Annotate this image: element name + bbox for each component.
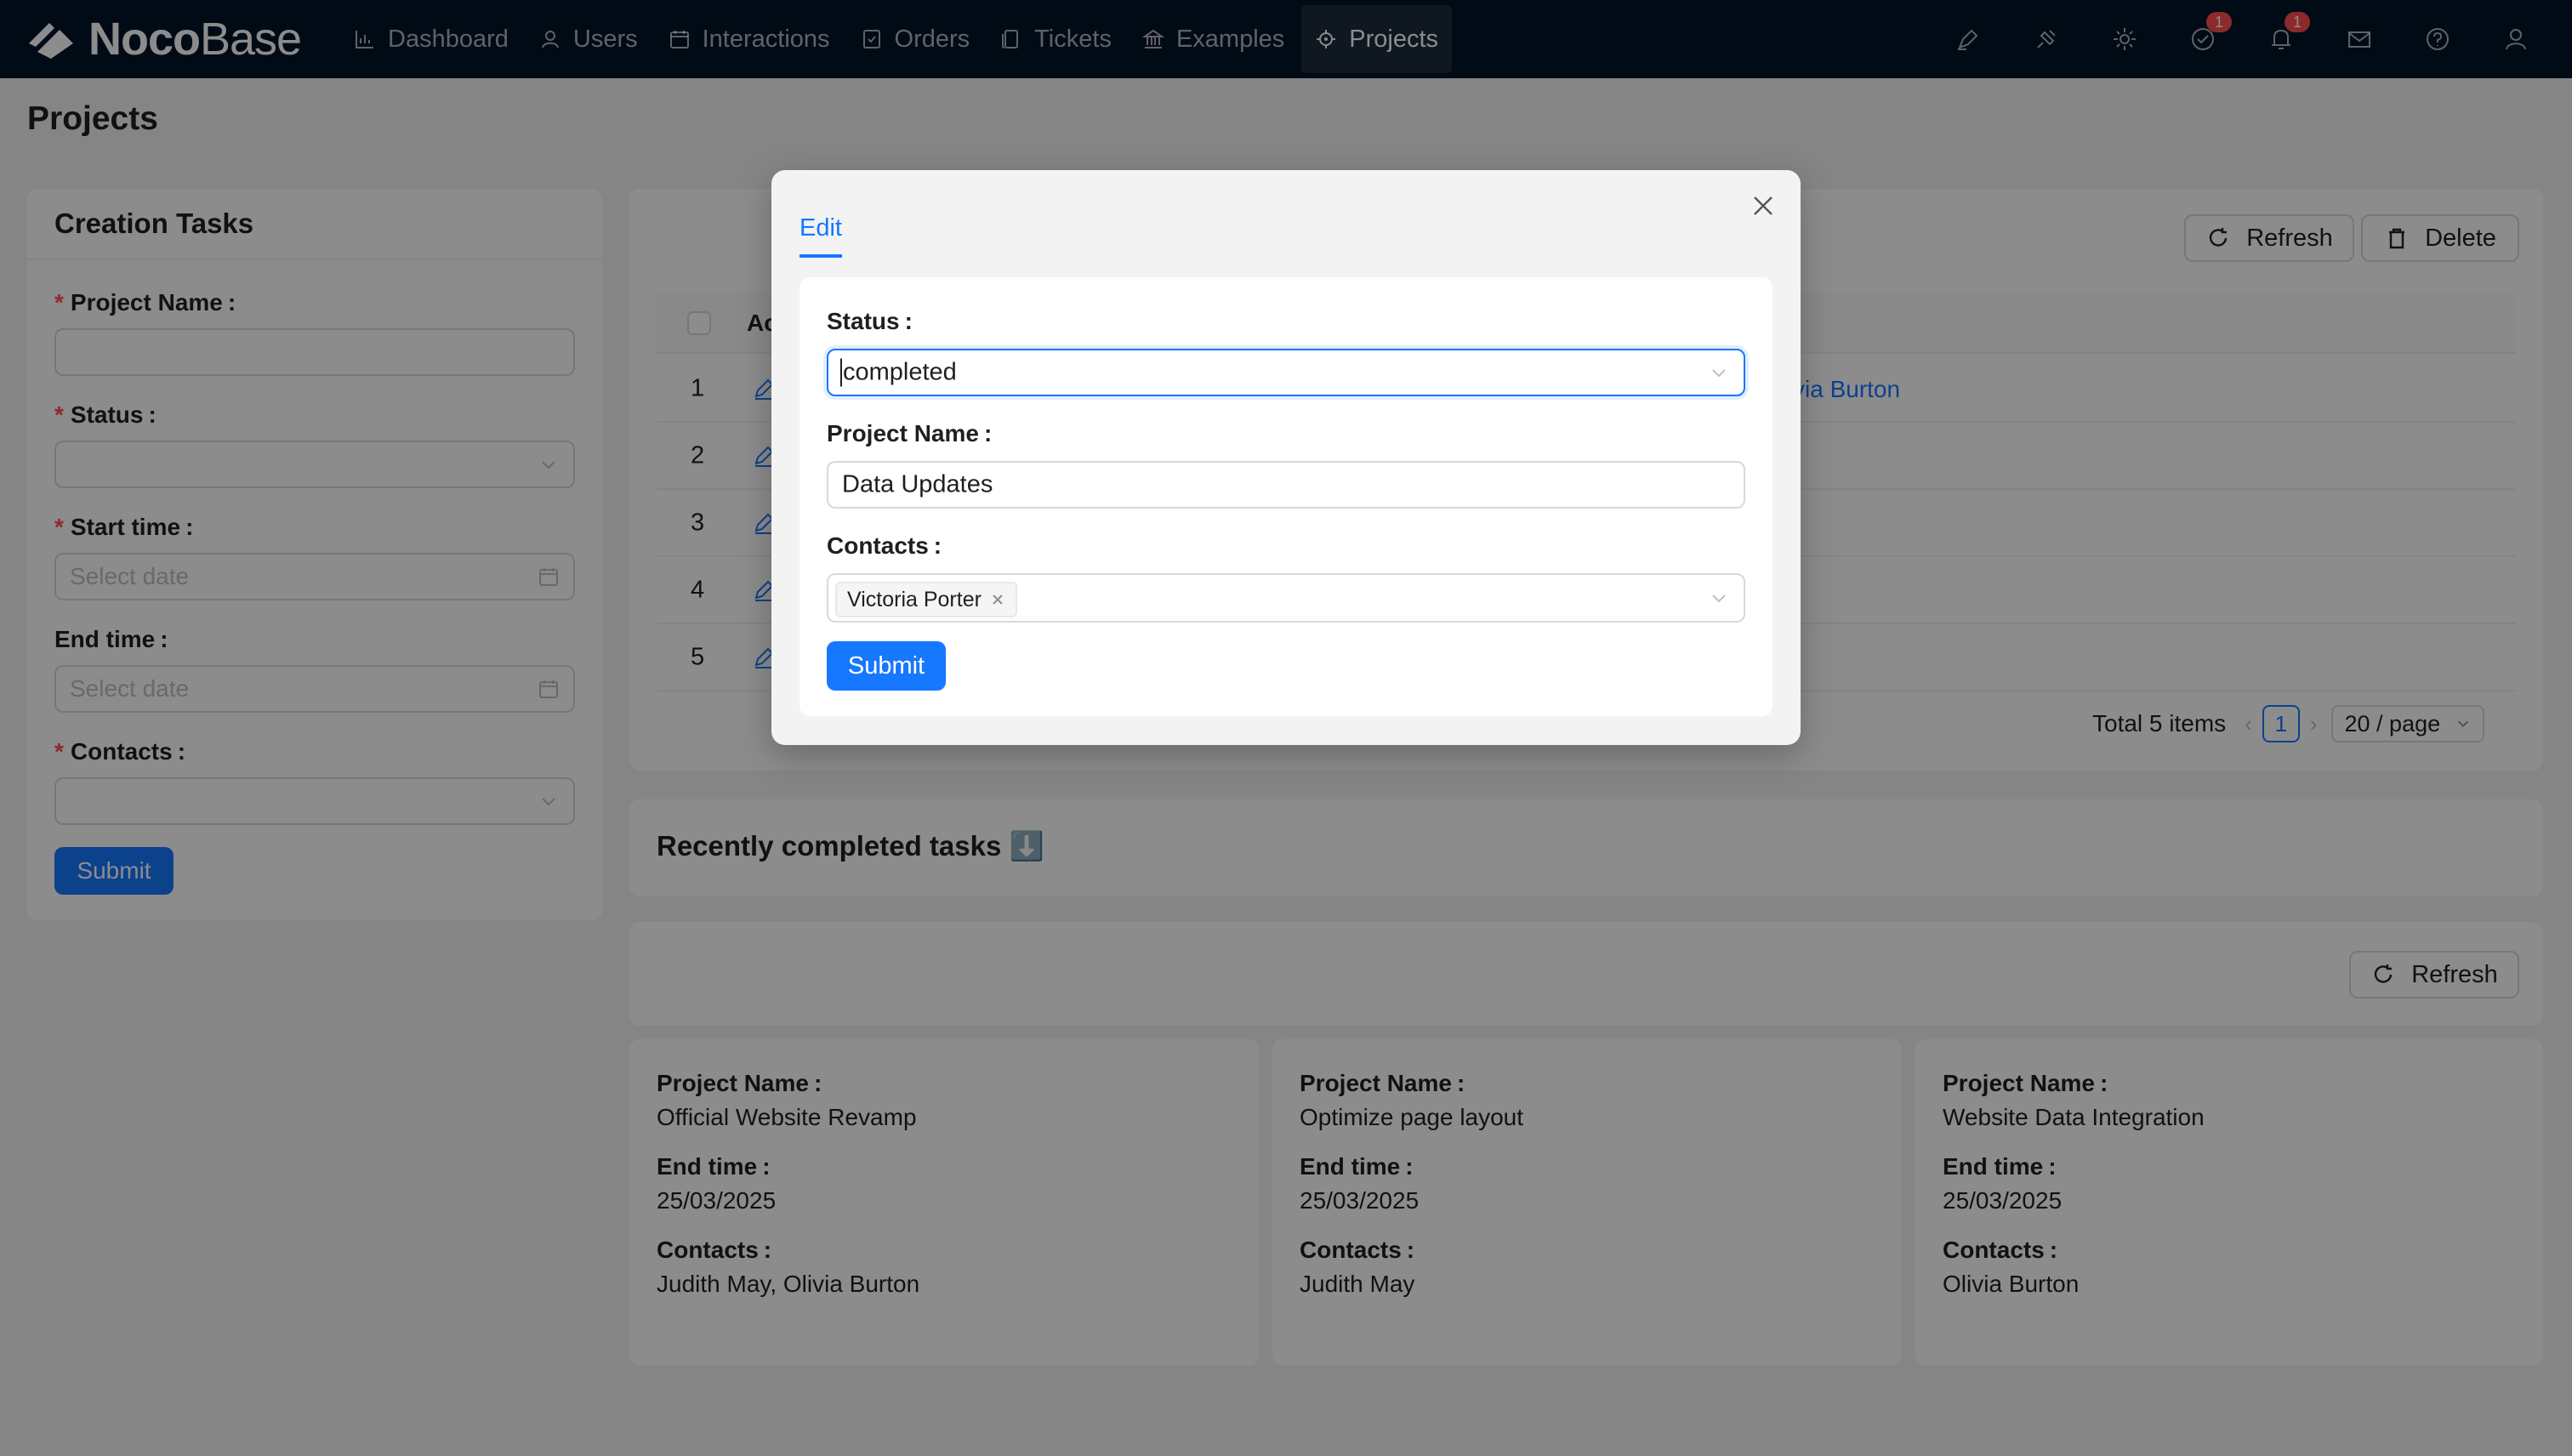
tab-edit[interactable]: Edit <box>799 214 842 258</box>
project-name-value: Data Updates <box>842 470 993 498</box>
contacts-select[interactable]: Victoria Porter <box>827 573 1745 623</box>
project-name-input[interactable]: Data Updates <box>827 461 1745 509</box>
edit-form: Status: completed Project Name: Data Upd… <box>799 277 1773 716</box>
project-name-label: Project Name: <box>827 420 993 446</box>
status-label: Status: <box>827 308 913 334</box>
remove-tag-icon[interactable] <box>990 592 1005 607</box>
edit-submit-button[interactable]: Submit <box>827 641 946 691</box>
close-icon[interactable] <box>1746 189 1780 223</box>
contact-tag: Victoria Porter <box>835 582 1017 617</box>
edit-modal: Edit Status: completed Project Name: Dat… <box>771 170 1801 745</box>
contacts-label: Contacts: <box>827 532 942 559</box>
chevron-down-icon <box>1712 369 1726 378</box>
chevron-down-icon <box>1712 594 1726 603</box>
contact-tag-label: Victoria Porter <box>847 587 982 611</box>
status-value: completed <box>840 358 957 387</box>
status-select[interactable]: completed <box>827 349 1745 396</box>
